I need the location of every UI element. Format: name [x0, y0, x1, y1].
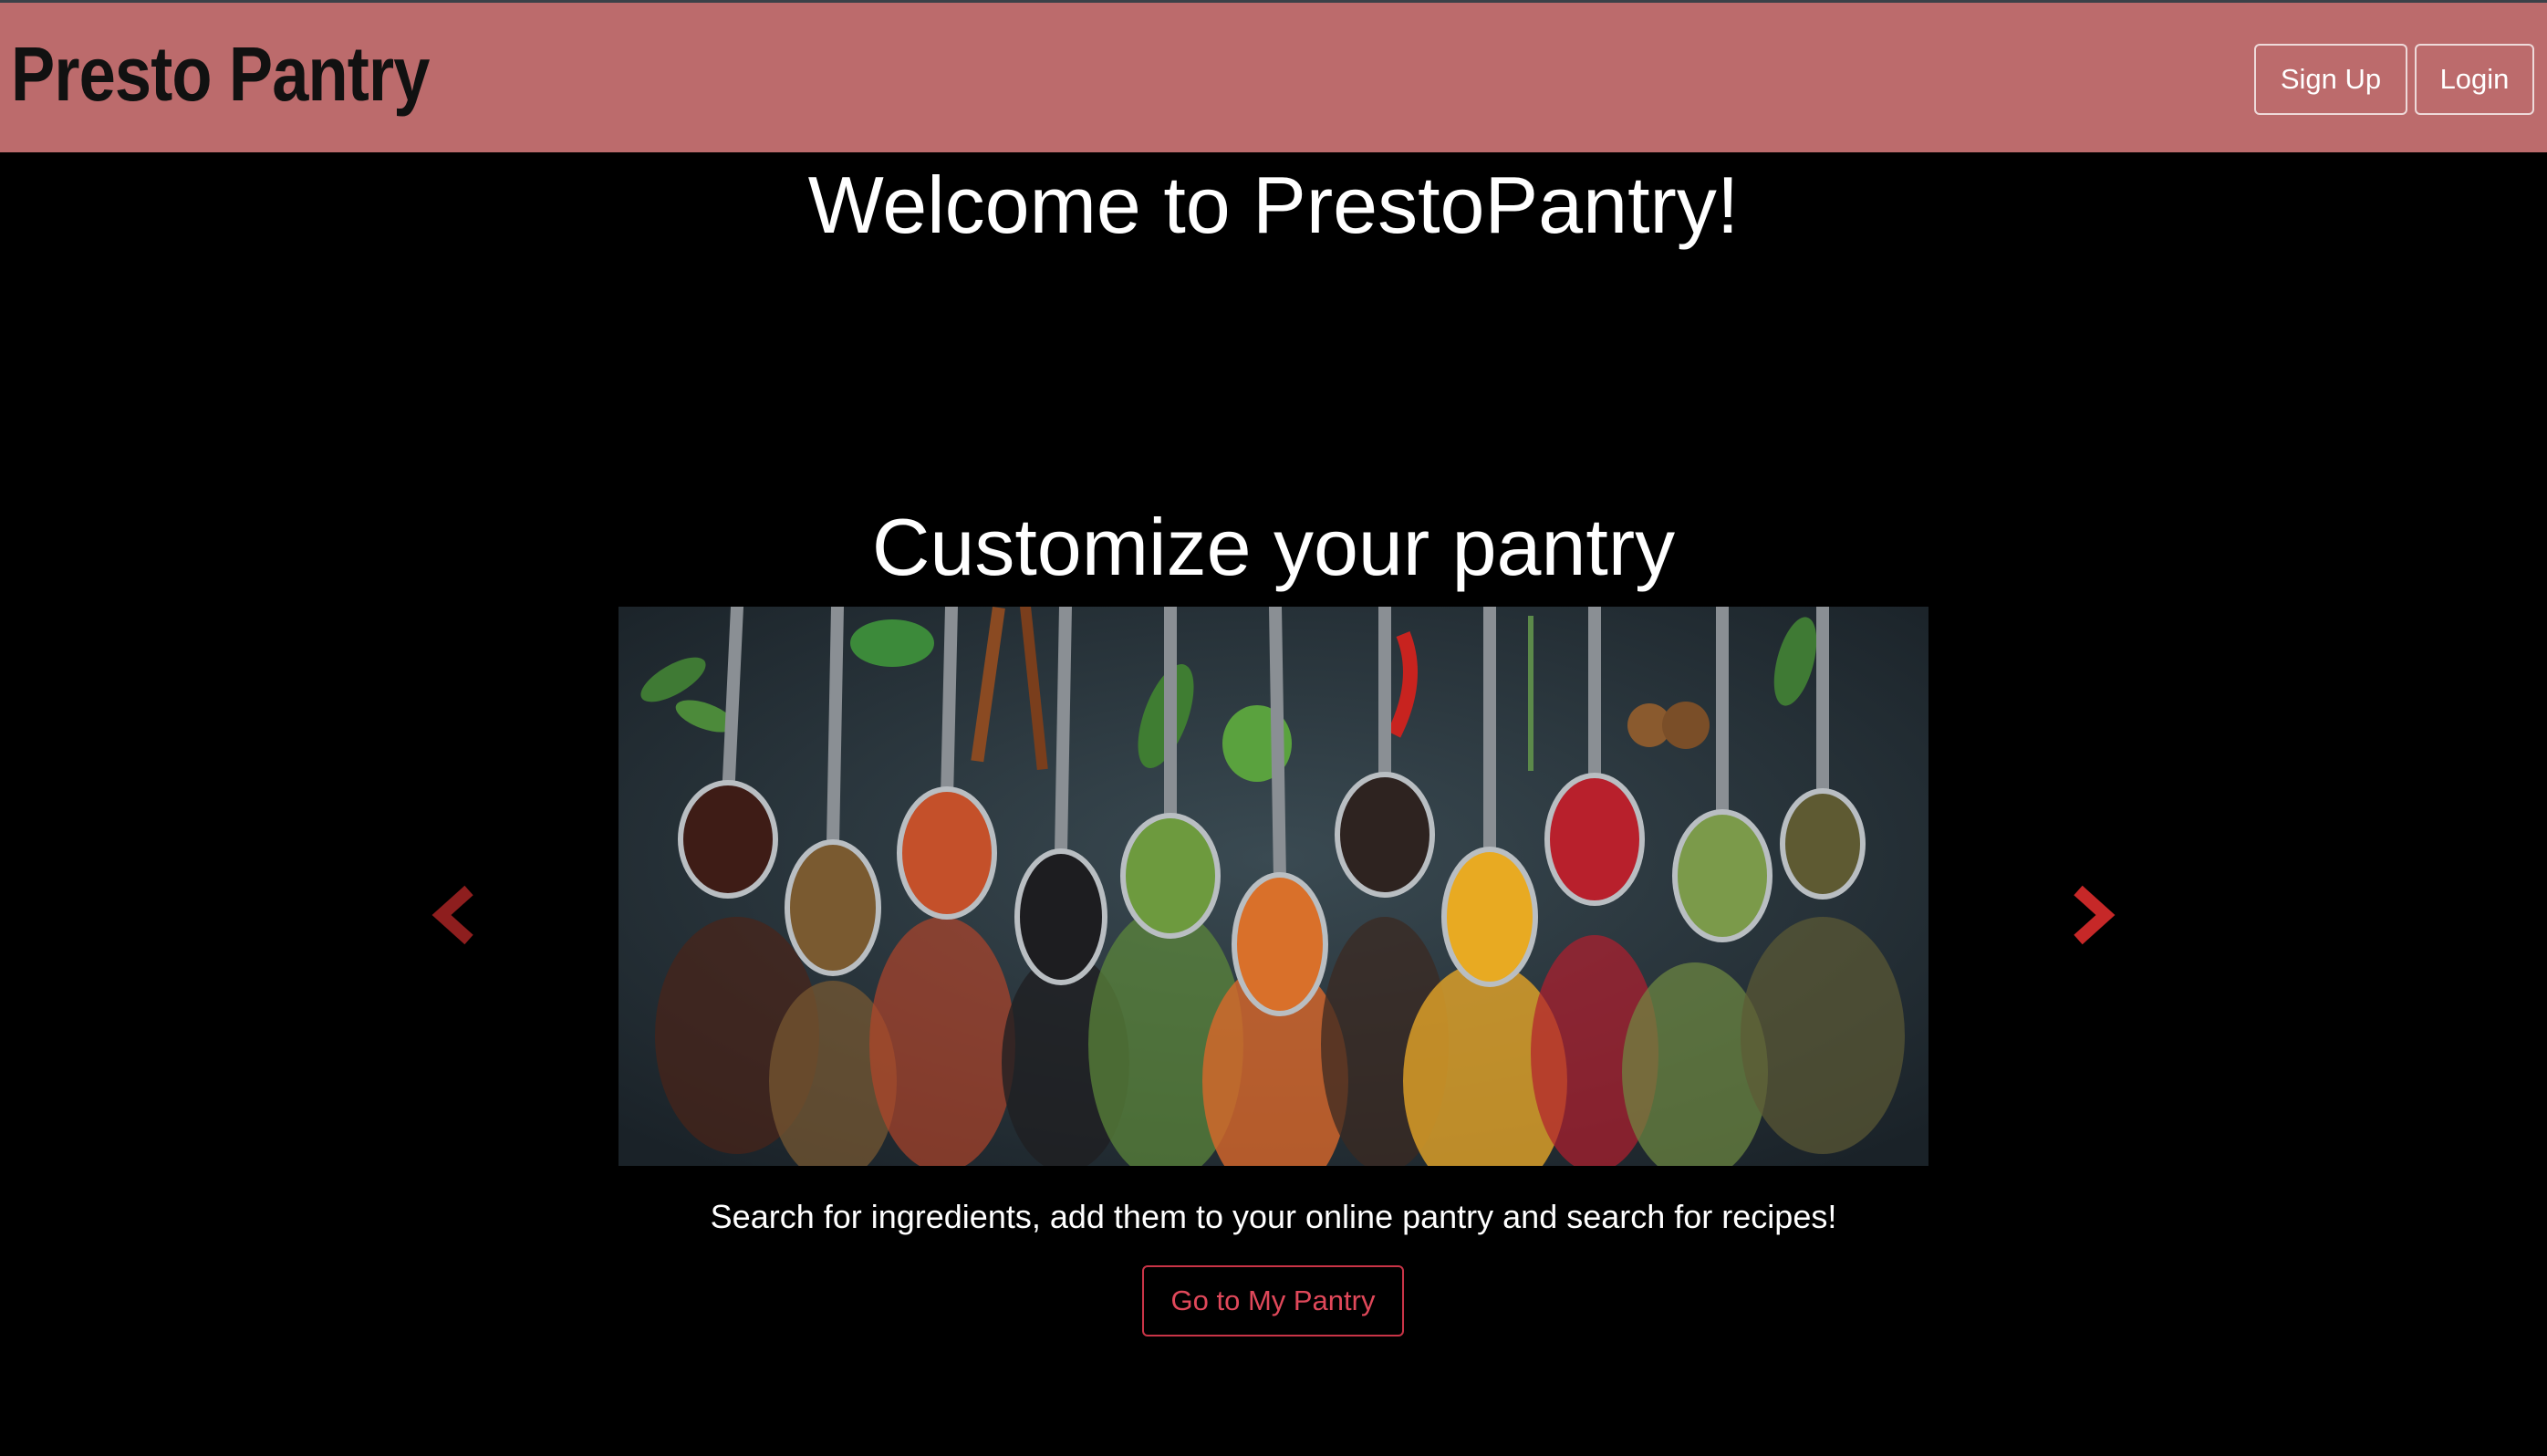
carousel-prev-button[interactable] [429, 883, 483, 947]
chevron-right-icon [2074, 885, 2116, 945]
slide-caption: Search for ingredients, add them to your… [710, 1198, 1837, 1235]
login-button[interactable]: Login [2415, 44, 2534, 115]
go-to-my-pantry-button[interactable]: Go to My Pantry [1142, 1265, 1404, 1336]
brand-logo[interactable]: Presto Pantry [11, 36, 430, 112]
carousel-next-button[interactable] [2064, 883, 2118, 947]
slide-title: Customize your pantry [871, 502, 1676, 592]
navbar: Presto Pantry Sign Up Login [0, 3, 2547, 152]
chevron-left-icon [431, 885, 473, 945]
sign-up-button[interactable]: Sign Up [2254, 44, 2407, 115]
welcome-heading: Welcome to PrestoPantry! [807, 160, 1740, 250]
spices-image [619, 607, 1928, 1166]
